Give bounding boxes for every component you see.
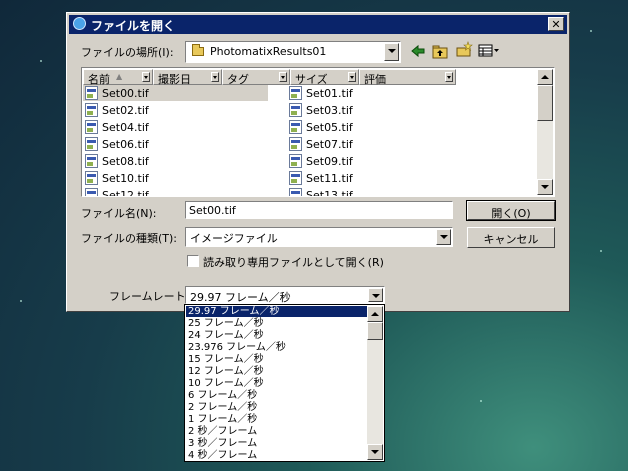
background-star: [590, 30, 592, 32]
scroll-down-icon[interactable]: [537, 179, 553, 195]
file-item[interactable]: Set01.tif: [287, 85, 472, 101]
column-header-date[interactable]: 撮影日: [153, 69, 222, 86]
up-folder-icon[interactable]: [431, 43, 449, 59]
file-item[interactable]: Set00.tif: [83, 85, 268, 101]
dialog-title: ファイルを開く: [91, 19, 176, 33]
scroll-down-icon[interactable]: [367, 444, 383, 460]
chevron-down-icon[interactable]: [368, 288, 383, 302]
background-star: [20, 300, 22, 302]
readonly-label: 読み取り専用ファイルとして開く(R): [203, 256, 384, 269]
tif-file-icon: [85, 171, 98, 185]
framerate-option[interactable]: 23.976 フレーム／秒: [186, 342, 371, 353]
folder-icon: [192, 44, 204, 56]
column-header-rating[interactable]: 評価: [359, 69, 456, 86]
framerate-option[interactable]: 3 秒／フレーム: [186, 438, 371, 449]
tif-file-icon: [289, 188, 302, 196]
column-filter-icon[interactable]: [211, 72, 219, 82]
readonly-checkbox[interactable]: [187, 255, 199, 267]
back-icon[interactable]: [409, 43, 427, 59]
file-item[interactable]: Set04.tif: [83, 119, 268, 135]
background-star: [40, 60, 42, 62]
framerate-option[interactable]: 10 フレーム／秒: [186, 378, 371, 389]
framerate-combo[interactable]: 29.97 フレーム／秒: [185, 286, 385, 304]
location-label: ファイルの場所(I):: [81, 46, 174, 59]
tif-file-icon: [85, 137, 98, 151]
tif-file-icon: [85, 86, 98, 100]
framerate-option[interactable]: 29.97 フレーム／秒: [186, 306, 371, 317]
scroll-up-icon[interactable]: [367, 306, 383, 322]
column-filter-icon[interactable]: [348, 72, 356, 82]
file-item[interactable]: Set11.tif: [287, 170, 472, 186]
file-item[interactable]: Set05.tif: [287, 119, 472, 135]
framerate-option[interactable]: 12 フレーム／秒: [186, 366, 371, 377]
tif-file-icon: [85, 188, 98, 196]
file-list-scrollbar[interactable]: [537, 69, 553, 195]
view-menu-icon[interactable]: [477, 43, 501, 59]
framerate-option[interactable]: 1 フレーム／秒: [186, 414, 371, 425]
file-list[interactable]: 名前 ▲ 撮影日 タグ サイズ 評価 Set00.tif Set02.tif S…: [81, 67, 555, 197]
framerate-list-scrollbar[interactable]: [367, 306, 383, 460]
tif-file-icon: [289, 103, 302, 117]
file-item[interactable]: Set09.tif: [287, 153, 472, 169]
background-star: [480, 400, 482, 402]
file-item[interactable]: Set10.tif: [83, 170, 268, 186]
close-button[interactable]: ✕: [548, 17, 564, 31]
tif-file-icon: [85, 103, 98, 117]
filetype-label: ファイルの種類(T):: [81, 232, 178, 245]
tif-file-icon: [289, 137, 302, 151]
new-folder-icon[interactable]: [455, 41, 473, 57]
open-button[interactable]: 開く(O): [466, 200, 556, 221]
column-filter-icon[interactable]: [445, 72, 453, 82]
tif-file-icon: [289, 171, 302, 185]
tif-file-icon: [85, 120, 98, 134]
location-value: PhotomatixResults01: [210, 45, 327, 58]
framerate-option[interactable]: 4 秒／フレーム: [186, 450, 371, 461]
file-item[interactable]: Set02.tif: [83, 102, 268, 118]
app-icon: [73, 17, 86, 30]
tif-file-icon: [85, 154, 98, 168]
column-header-tag[interactable]: タグ: [222, 69, 290, 86]
sort-up-icon: ▲: [116, 72, 123, 81]
scroll-up-icon[interactable]: [537, 69, 553, 85]
location-combo[interactable]: PhotomatixResults01: [185, 41, 401, 63]
framerate-option[interactable]: 15 フレーム／秒: [186, 354, 371, 365]
chevron-down-icon[interactable]: [384, 43, 399, 61]
tif-file-icon: [289, 86, 302, 100]
file-item[interactable]: Set06.tif: [83, 136, 268, 152]
file-item[interactable]: Set08.tif: [83, 153, 268, 169]
framerate-option[interactable]: 2 フレーム／秒: [186, 402, 371, 413]
file-item[interactable]: Set07.tif: [287, 136, 472, 152]
tif-file-icon: [289, 154, 302, 168]
column-filter-icon[interactable]: [142, 72, 150, 82]
background-star: [600, 250, 602, 252]
filetype-combo[interactable]: イメージファイル: [185, 227, 453, 247]
filename-input[interactable]: Set00.tif: [185, 201, 453, 219]
scroll-thumb[interactable]: [367, 322, 383, 340]
file-item[interactable]: Set13.tif: [287, 187, 472, 196]
file-item[interactable]: Set03.tif: [287, 102, 472, 118]
title-bar[interactable]: ファイルを開く ✕: [69, 15, 567, 34]
framerate-option[interactable]: 6 フレーム／秒: [186, 390, 371, 401]
scroll-thumb[interactable]: [537, 85, 553, 121]
cancel-button[interactable]: キャンセル: [467, 227, 555, 248]
framerate-option[interactable]: 2 秒／フレーム: [186, 426, 371, 437]
framerate-label: フレームレート:: [109, 290, 190, 303]
column-filter-icon[interactable]: [279, 72, 287, 82]
column-header-size[interactable]: サイズ: [290, 69, 359, 86]
chevron-down-icon[interactable]: [436, 229, 451, 245]
file-item[interactable]: Set12.tif: [83, 187, 268, 196]
tif-file-icon: [289, 120, 302, 134]
framerate-option[interactable]: 25 フレーム／秒: [186, 318, 371, 329]
filename-label: ファイル名(N):: [81, 207, 157, 220]
framerate-option[interactable]: 24 フレーム／秒: [186, 330, 371, 341]
column-header-name[interactable]: 名前 ▲: [83, 69, 153, 86]
framerate-dropdown-list[interactable]: 29.97 フレーム／秒 25 フレーム／秒 24 フレーム／秒 23.976 …: [184, 304, 385, 462]
open-file-dialog: ファイルを開く ✕ ファイルの場所(I): PhotomatixResults0…: [66, 12, 570, 312]
